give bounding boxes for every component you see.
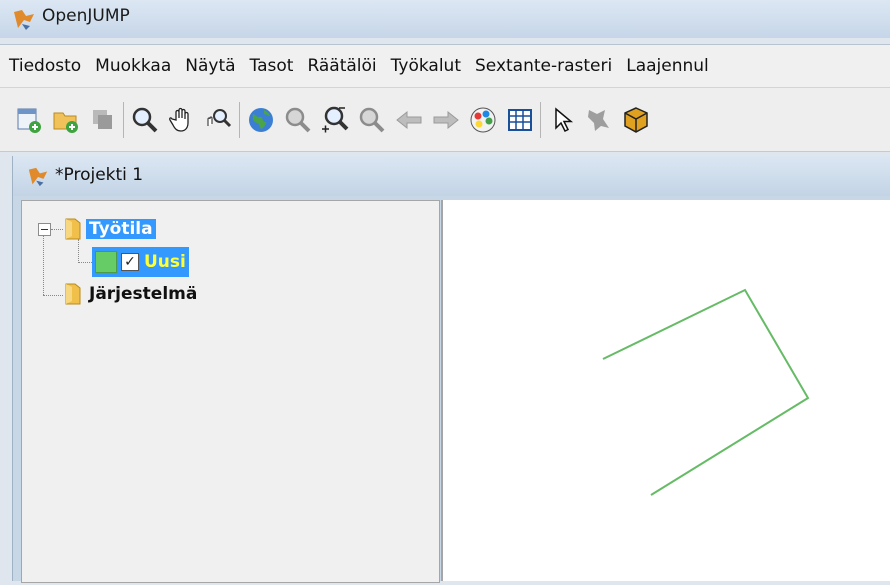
workspace-category[interactable]: Työtila <box>62 214 156 244</box>
new-project-icon <box>17 108 41 133</box>
menu-tools[interactable]: Työkalut <box>384 56 468 76</box>
layer-uusi[interactable]: ✓ Uusi <box>92 247 189 277</box>
project-title-bar[interactable]: *Projekti 1 <box>13 156 890 196</box>
zoom-button[interactable] <box>126 100 163 140</box>
map-canvas[interactable] <box>443 200 890 581</box>
menu-bar: Tiedosto Muokkaa Näytä Tasot Räätälöi Ty… <box>0 44 890 88</box>
delete-feature-icon <box>587 109 609 131</box>
menu-layers[interactable]: Tasot <box>243 56 301 76</box>
select-button[interactable] <box>543 100 580 140</box>
tree-connector <box>43 235 44 295</box>
project-frame: *Projekti 1 Työtila ✓ Uusi Järjestelmä <box>12 156 890 583</box>
zoom-to-extent-icon <box>285 107 310 132</box>
layer-style-swatch[interactable] <box>95 251 117 273</box>
title-bar: OpenJUMP <box>0 0 890 38</box>
tree-connector <box>43 295 63 296</box>
forward-button[interactable] <box>427 100 464 140</box>
zoom-realtime-icon <box>207 108 231 127</box>
openjump-logo-icon <box>14 10 34 30</box>
toolbar-separator <box>540 101 541 138</box>
menu-extensions[interactable]: Laajennul <box>619 56 716 76</box>
folder-icon <box>65 283 81 305</box>
add-layer-icon <box>53 112 78 133</box>
menu-view[interactable]: Näytä <box>178 56 242 76</box>
copy-layers-icon <box>92 109 112 129</box>
layer-label: Uusi <box>144 252 186 272</box>
system-label: Järjestelmä <box>89 284 198 304</box>
add-layer-button[interactable] <box>47 100 84 140</box>
workspace-label: Työtila <box>86 219 156 239</box>
zoom-in-icon <box>321 106 348 132</box>
back-button[interactable] <box>390 100 427 140</box>
attribute-table-button[interactable] <box>501 100 538 140</box>
copy-layers-button[interactable] <box>84 100 121 140</box>
zoom-realtime-button[interactable] <box>200 100 237 140</box>
grid-table-icon <box>507 108 532 131</box>
box-button[interactable] <box>617 100 654 140</box>
zoom-previous-button[interactable] <box>353 100 390 140</box>
zoom-full-button[interactable] <box>242 100 279 140</box>
menu-sextante-raster[interactable]: Sextante-rasteri <box>468 56 619 76</box>
forward-arrow-icon <box>433 110 459 129</box>
window-title: OpenJUMP <box>42 6 130 26</box>
back-arrow-icon <box>395 110 421 129</box>
project-icon <box>28 167 48 187</box>
zoom-in-button[interactable] <box>316 100 353 140</box>
layer-tree-panel: Työtila ✓ Uusi Järjestelmä <box>21 200 440 583</box>
folder-icon <box>65 218 81 240</box>
color-palette-icon <box>470 107 495 132</box>
box-icon <box>623 106 648 133</box>
map-view[interactable] <box>441 200 890 581</box>
zoom-to-extent-button[interactable] <box>279 100 316 140</box>
main-toolbar <box>0 88 890 152</box>
zoom-icon <box>132 107 157 132</box>
tree-connector <box>78 262 92 263</box>
collapse-toggle[interactable] <box>38 223 51 236</box>
toolbar-separator <box>123 101 124 138</box>
menu-customize[interactable]: Räätälöi <box>300 56 383 76</box>
menu-file[interactable]: Tiedosto <box>0 56 88 76</box>
pan-button[interactable] <box>163 100 200 140</box>
project-title: *Projekti 1 <box>55 165 144 185</box>
new-project-button[interactable] <box>10 100 47 140</box>
toolbar-separator <box>239 101 240 138</box>
select-pointer-icon <box>554 106 573 132</box>
layer-visibility-checkbox[interactable]: ✓ <box>121 253 139 271</box>
linestring-feature[interactable] <box>602 288 810 496</box>
delete-feature-button[interactable] <box>580 100 617 140</box>
menu-edit[interactable]: Muokkaa <box>88 56 178 76</box>
globe-icon <box>248 107 273 132</box>
pan-hand-icon <box>168 107 189 132</box>
zoom-previous-icon <box>359 107 384 132</box>
system-category[interactable]: Järjestelmä <box>62 279 200 309</box>
color-button[interactable] <box>464 100 501 140</box>
